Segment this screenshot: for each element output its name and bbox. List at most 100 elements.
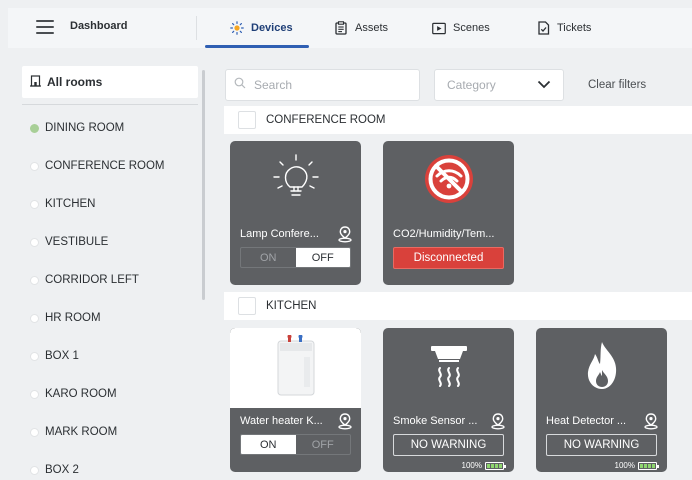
room-label: CORRIDOR LEFT [45, 274, 139, 286]
room-status-dot [30, 199, 39, 209]
room-label: CONFERENCE ROOM [45, 160, 165, 172]
device-visual [383, 141, 514, 221]
battery-level: 100% [614, 461, 635, 470]
building-icon [30, 74, 41, 90]
room-label: KARO ROOM [45, 388, 117, 400]
group-select-checkbox[interactable] [238, 111, 256, 129]
search-input[interactable] [254, 78, 404, 92]
active-tab-indicator [205, 45, 309, 48]
tab-assets[interactable]: Assets [334, 8, 388, 48]
group-header-kitchen: KITCHEN [224, 292, 692, 320]
room-status-dot [30, 237, 39, 247]
device-name-row: Smoke Sensor ... [393, 412, 507, 430]
category-placeholder: Category [447, 78, 496, 92]
sidebar-scrollbar[interactable] [202, 70, 205, 300]
all-rooms-button[interactable]: All rooms [22, 66, 198, 98]
device-name-row: Lamp Confere... [240, 225, 354, 243]
battery-level: 100% [461, 461, 482, 470]
room-status-dot [30, 427, 39, 437]
all-rooms-label: All rooms [47, 75, 103, 89]
on-off-toggle[interactable]: ON OFF [240, 434, 351, 455]
device-name-row: Heat Detector ... [546, 412, 660, 430]
hamburger-menu-icon[interactable] [36, 20, 54, 34]
ticket-check-icon [536, 21, 550, 35]
sidebar-item-hr-room[interactable]: HR ROOM [30, 309, 101, 327]
tab-scenes-label: Scenes [453, 22, 490, 34]
location-pin-icon[interactable] [489, 412, 507, 430]
room-label: KITCHEN [45, 198, 96, 210]
category-select[interactable]: Category [434, 69, 564, 101]
tab-assets-label: Assets [355, 22, 389, 34]
sidebar-item-corridor-left[interactable]: CORRIDOR LEFT [30, 271, 139, 289]
toggle-on-option[interactable]: ON [241, 248, 296, 267]
on-off-toggle[interactable]: ON OFF [240, 247, 351, 268]
room-label: BOX 1 [45, 350, 79, 362]
room-label: BOX 2 [45, 464, 79, 476]
battery-icon [485, 461, 506, 470]
toggle-off-option[interactable]: OFF [296, 435, 351, 454]
search-field[interactable] [225, 69, 420, 101]
device-name: CO2/Humidity/Tem... [393, 228, 495, 240]
search-icon [234, 76, 246, 94]
tab-devices[interactable]: Devices [230, 8, 293, 48]
room-label: DINING ROOM [45, 122, 125, 134]
toggle-on-option[interactable]: ON [241, 435, 296, 454]
sidebar-item-conference-room[interactable]: CONFERENCE ROOM [30, 157, 164, 175]
room-status-dot [30, 313, 39, 323]
toggle-off-option[interactable]: OFF [295, 248, 350, 267]
chevron-down-icon [537, 78, 551, 92]
header-divider [196, 16, 197, 40]
device-name: Water heater K... [240, 415, 323, 427]
device-card-co2-sensor[interactable]: CO2/Humidity/Tem... Disconnected [383, 141, 514, 285]
wifi-off-icon [422, 152, 476, 211]
device-card-lamp[interactable]: Lamp Confere... ON OFF [230, 141, 361, 285]
room-status-dot [30, 123, 39, 133]
location-pin-icon[interactable] [336, 412, 354, 430]
lightbulb-icon [268, 151, 324, 212]
location-pin-icon[interactable] [642, 412, 660, 430]
device-card-smoke-sensor[interactable]: Smoke Sensor ... NO WARNING 100% [383, 328, 514, 472]
group-title: CONFERENCE ROOM [266, 114, 386, 126]
disconnected-status: Disconnected [393, 247, 504, 269]
sidebar-item-mark-room[interactable]: MARK ROOM [30, 423, 117, 441]
device-card-water-heater[interactable]: Water heater K... ON OFF [230, 328, 361, 472]
clear-filters-button[interactable]: Clear filters [588, 79, 646, 91]
lightbulb-icon [230, 21, 244, 35]
sidebar-item-dining-room[interactable]: DINING ROOM [30, 119, 124, 137]
tab-tickets[interactable]: Tickets [536, 8, 591, 48]
app-title: Dashboard [70, 20, 128, 32]
battery-indicator: 100% [461, 461, 506, 470]
flame-icon [582, 340, 622, 397]
location-pin-icon[interactable] [336, 225, 354, 243]
group-header-conference-room: CONFERENCE ROOM [224, 106, 692, 134]
device-visual [383, 328, 514, 408]
room-status-dot [30, 275, 39, 285]
sidebar-item-box-1[interactable]: BOX 1 [30, 347, 79, 365]
smoke-detector-icon [425, 340, 473, 397]
tab-scenes[interactable]: Scenes [432, 8, 490, 48]
sidebar-item-box-2[interactable]: BOX 2 [30, 461, 79, 479]
battery-icon [638, 461, 659, 470]
play-icon [432, 21, 446, 35]
sidebar-item-karo-room[interactable]: KARO ROOM [30, 385, 117, 403]
sidebar-item-kitchen[interactable]: KITCHEN [30, 195, 95, 213]
group-select-checkbox[interactable] [238, 297, 256, 315]
top-bar: Dashboard Devices Assets Scenes Tickets [8, 8, 692, 48]
tab-devices-label: Devices [251, 22, 293, 34]
room-label: HR ROOM [45, 312, 101, 324]
device-name: Heat Detector ... [546, 415, 627, 427]
group-title: KITCHEN [266, 300, 317, 312]
room-status-dot [30, 465, 39, 475]
clipboard-icon [334, 21, 348, 35]
device-name-row: CO2/Humidity/Tem... [393, 225, 507, 243]
room-status-dot [30, 351, 39, 361]
room-status-dot [30, 389, 39, 399]
battery-indicator: 100% [614, 461, 659, 470]
device-visual [536, 328, 667, 408]
device-name-row: Water heater K... [240, 412, 354, 430]
rooms-sidebar: All rooms DINING ROOM CONFERENCE ROOM KI… [14, 58, 210, 480]
room-label: VESTIBULE [45, 236, 109, 248]
device-visual [230, 328, 361, 408]
sidebar-item-vestibule[interactable]: VESTIBULE [30, 233, 108, 251]
device-card-heat-detector[interactable]: Heat Detector ... NO WARNING 100% [536, 328, 667, 472]
